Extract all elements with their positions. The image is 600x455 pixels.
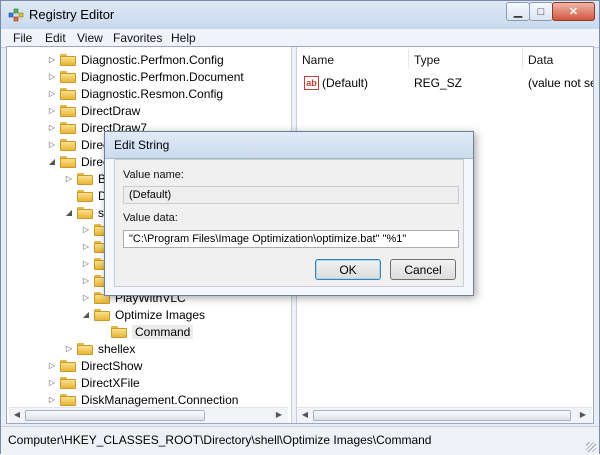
column-name-header[interactable]: Name — [302, 53, 334, 67]
tree-item-label: Optimize Images — [115, 307, 206, 322]
expand-arrow-icon[interactable]: ▷ — [47, 378, 57, 387]
tree-horizontal-scrollbar[interactable]: ◀ ▶ — [9, 407, 288, 423]
collapse-arrow-icon[interactable]: ◢ — [64, 208, 74, 217]
registry-editor-icon — [8, 8, 24, 22]
expand-arrow-icon[interactable]: ▷ — [47, 395, 57, 404]
folder-icon — [77, 206, 93, 219]
minimize-icon: ▁ — [513, 6, 523, 18]
expand-arrow-icon[interactable]: ▷ — [81, 242, 91, 251]
expand-arrow-icon[interactable]: ▷ — [47, 72, 57, 81]
folder-icon — [77, 189, 93, 202]
folder-icon — [60, 53, 76, 66]
tree-item-label: Diagnostic.Resmon.Config — [81, 86, 224, 101]
tree-item[interactable]: Command — [98, 323, 194, 340]
scroll-left-icon[interactable]: ◀ — [11, 410, 23, 421]
expand-arrow-icon[interactable]: ▷ — [47, 123, 57, 132]
title-bar[interactable]: Registry Editor ▁ □ ✕ — [1, 1, 599, 29]
collapse-arrow-icon[interactable]: ◢ — [81, 310, 91, 319]
tree-item[interactable]: ▷ DirectDraw — [47, 102, 140, 119]
expand-arrow-icon[interactable]: ▷ — [81, 293, 91, 302]
scroll-right-icon[interactable]: ▶ — [273, 410, 285, 421]
scroll-right-icon[interactable]: ▶ — [577, 410, 589, 421]
tree-item-label: DirectDraw — [81, 103, 141, 118]
tree-item[interactable]: ▷ Diagnostic.Perfmon.Document — [47, 68, 244, 85]
value-name-field: (Default) — [123, 186, 459, 204]
registry-path: Computer\HKEY_CLASSES_ROOT\Directory\she… — [8, 433, 432, 447]
value-data-label: Value data: — [123, 212, 178, 224]
tree-item-label: shellex — [98, 341, 136, 356]
expand-arrow-icon[interactable]: ▷ — [64, 174, 74, 183]
dialog-title: Edit String — [114, 138, 170, 152]
tree-item[interactable]: ▷ DirectShow — [47, 357, 142, 374]
menu-edit[interactable]: Edit — [45, 31, 66, 45]
column-separator[interactable] — [408, 49, 409, 69]
string-value-icon: ab — [304, 76, 319, 90]
tree-item-label: Command — [132, 324, 194, 339]
folder-icon — [60, 87, 76, 100]
cancel-button[interactable]: Cancel — [390, 259, 456, 280]
status-bar: Computer\HKEY_CLASSES_ROOT\Directory\she… — [1, 426, 599, 455]
ok-button[interactable]: OK — [315, 259, 381, 280]
minimize-button[interactable]: ▁ — [506, 2, 530, 21]
values-horizontal-scrollbar[interactable]: ◀ ▶ — [297, 407, 592, 423]
folder-icon — [60, 155, 76, 168]
value-name-cell[interactable]: (Default) — [322, 76, 368, 90]
folder-icon — [77, 172, 93, 185]
folder-icon — [60, 121, 76, 134]
folder-icon — [111, 325, 127, 338]
menu-file[interactable]: File — [13, 31, 32, 45]
folder-icon — [60, 376, 76, 389]
tree-item-label: DirectShow — [81, 358, 143, 373]
value-type-cell[interactable]: REG_SZ — [414, 76, 462, 90]
tree-item-label: Diagnostic.Perfmon.Config — [81, 52, 224, 67]
folder-icon — [60, 104, 76, 117]
edit-string-dialog: Edit String Value name: (Default) Value … — [104, 131, 474, 296]
dialog-title-bar[interactable]: Edit String — [105, 132, 473, 159]
resize-grip-icon[interactable] — [586, 442, 596, 452]
window-title: Registry Editor — [29, 7, 115, 22]
tree-item[interactable]: ▷ DiskManagement.Connection — [47, 391, 239, 408]
tree-item[interactable]: ▷ DirectXFile — [47, 374, 140, 391]
maximize-button[interactable]: □ — [529, 2, 553, 21]
tree-item[interactable]: ▷ Diagnostic.Resmon.Config — [47, 85, 223, 102]
close-button[interactable]: ✕ — [552, 2, 595, 21]
tree-item-label: DirectXFile — [81, 375, 140, 390]
menu-help[interactable]: Help — [171, 31, 196, 45]
expand-arrow-icon[interactable]: ▷ — [47, 361, 57, 370]
scroll-left-icon[interactable]: ◀ — [299, 410, 311, 421]
expand-arrow-icon[interactable]: ▷ — [81, 259, 91, 268]
column-separator[interactable] — [522, 49, 523, 69]
expand-arrow-icon[interactable]: ▷ — [47, 140, 57, 149]
tree-item-label: Diagnostic.Perfmon.Document — [81, 69, 244, 84]
expand-arrow-icon[interactable]: ▷ — [64, 344, 74, 353]
column-data-header[interactable]: Data — [528, 53, 553, 67]
folder-icon — [60, 138, 76, 151]
value-name-label: Value name: — [123, 169, 184, 181]
maximize-icon: □ — [537, 5, 545, 18]
dialog-body: Value name: (Default) Value data: "C:\Pr… — [114, 159, 464, 287]
folder-icon — [77, 342, 93, 355]
column-type-header[interactable]: Type — [414, 53, 440, 67]
expand-arrow-icon[interactable]: ▷ — [81, 225, 91, 234]
expand-arrow-icon[interactable]: ▷ — [47, 55, 57, 64]
tree-item[interactable]: ▷ Diagnostic.Perfmon.Config — [47, 51, 224, 68]
expand-arrow-icon[interactable]: ▷ — [47, 106, 57, 115]
folder-icon — [60, 70, 76, 83]
expand-arrow-icon[interactable]: ▷ — [81, 276, 91, 285]
collapse-arrow-icon[interactable]: ◢ — [47, 157, 57, 166]
tree-item[interactable]: ◢ Optimize Images — [81, 306, 205, 323]
expand-arrow-icon[interactable]: ▷ — [47, 89, 57, 98]
tree-scroll-thumb[interactable] — [25, 410, 205, 421]
folder-icon — [60, 393, 76, 406]
menu-favorites[interactable]: Favorites — [113, 31, 162, 45]
value-data-cell[interactable]: (value not set) — [528, 76, 593, 90]
menu-view[interactable]: View — [77, 31, 103, 45]
value-data-input[interactable]: "C:\Program Files\Image Optimization\opt… — [123, 230, 459, 248]
values-scroll-thumb[interactable] — [313, 410, 571, 421]
close-icon: ✕ — [568, 6, 579, 18]
tree-item-label: DiskManagement.Connection — [81, 392, 239, 407]
folder-icon — [60, 359, 76, 372]
folder-icon — [94, 308, 110, 321]
tree-item[interactable]: ▷ shellex — [64, 340, 135, 357]
